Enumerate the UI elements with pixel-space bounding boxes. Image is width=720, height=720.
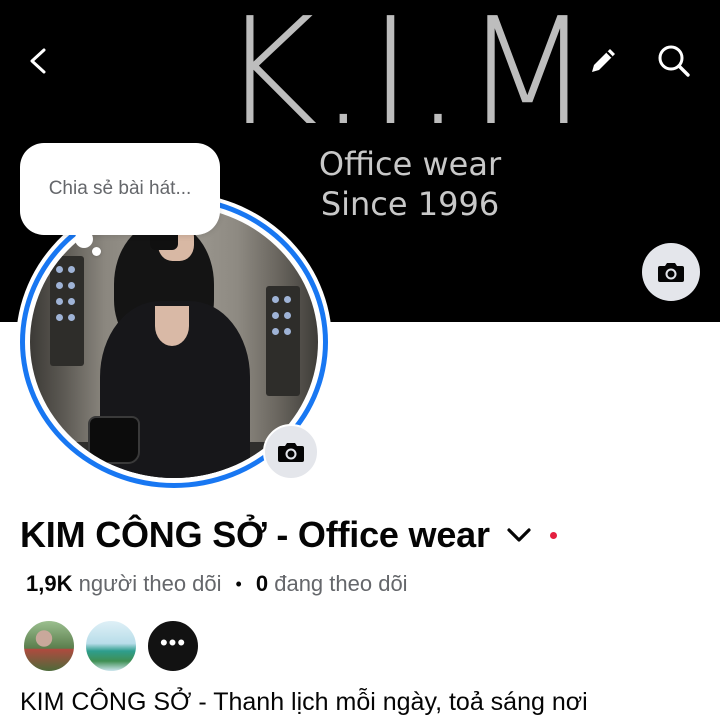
search-icon xyxy=(658,45,690,77)
stats-separator: • xyxy=(235,573,242,594)
elevator-panel-left xyxy=(50,256,84,366)
chevron-down-icon xyxy=(507,528,531,542)
followers-link[interactable]: 1,9K người theo dõi xyxy=(26,571,222,597)
followers-count: 1,9K xyxy=(26,571,73,596)
bubble-tail-small xyxy=(92,247,101,256)
cover-subtitle-line2: Since 1996 xyxy=(320,185,500,223)
search-button[interactable] xyxy=(646,33,702,89)
profile-name-row: KIM CÔNG SỞ - Office wear xyxy=(20,514,557,556)
notification-dot xyxy=(549,531,557,539)
follower-avatar[interactable] xyxy=(84,619,138,673)
photo-handbag xyxy=(88,416,140,464)
camera-icon xyxy=(658,263,684,282)
page-title: KIM CÔNG SỞ - Office wear xyxy=(20,514,490,555)
bubble-tail-large xyxy=(75,230,93,248)
share-song-placeholder: Chia sẻ bài hát... xyxy=(48,178,192,199)
profile-switcher-button[interactable] xyxy=(506,526,532,544)
follow-stats: 1,9K người theo dõi • 0 đang theo dõi xyxy=(26,571,408,597)
pencil-icon xyxy=(592,49,615,72)
avatar-camera-button[interactable] xyxy=(263,424,319,480)
more-dots-icon: ••• xyxy=(159,630,187,655)
following-count: 0 xyxy=(255,571,269,596)
follower-avatars: ••• xyxy=(22,619,202,673)
cover-subtitle-line1: Office wear xyxy=(318,145,502,183)
elevator-panel-right xyxy=(266,286,300,396)
camera-icon xyxy=(278,443,304,462)
share-song-bubble[interactable]: Chia sẻ bài hát... xyxy=(20,143,220,235)
following-link[interactable]: 0 đang theo dõi xyxy=(256,571,408,597)
followers-label: người theo dõi xyxy=(78,571,222,596)
following-label: đang theo dõi xyxy=(274,571,408,596)
follower-avatar[interactable] xyxy=(22,619,76,673)
edit-button[interactable] xyxy=(575,33,631,89)
chevron-left-icon xyxy=(30,48,46,74)
photo-neckline xyxy=(155,306,189,346)
back-button[interactable] xyxy=(11,33,67,89)
cover-photo-camera-button[interactable] xyxy=(642,243,700,301)
page-bio: KIM CÔNG SỞ - Thanh lịch mỗi ngày, toả s… xyxy=(20,688,588,716)
more-followers-button[interactable]: ••• xyxy=(146,619,200,673)
